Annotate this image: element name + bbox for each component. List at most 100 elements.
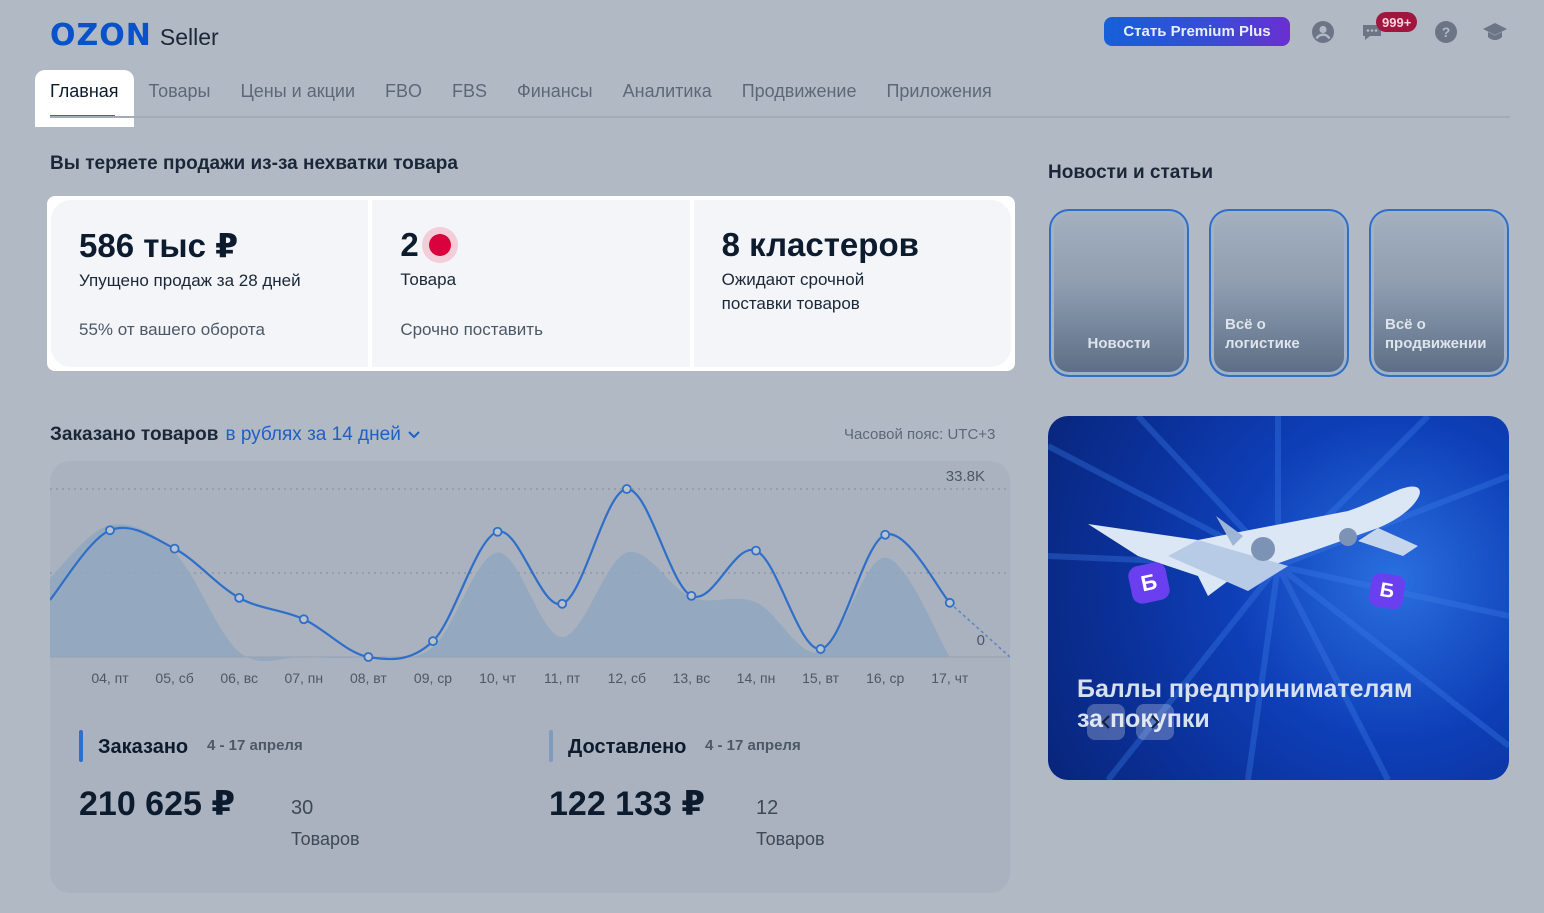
- x-tick-label: 17, чт: [931, 670, 969, 686]
- premium-plus-button[interactable]: Стать Premium Plus: [1104, 17, 1290, 46]
- tab-main[interactable]: Главная: [35, 70, 134, 127]
- data-point: [428, 636, 438, 646]
- delivered-amount: 122 133 ₽: [549, 785, 706, 823]
- tab-apps[interactable]: Приложения: [871, 70, 1006, 127]
- orders-title: Заказано товаров: [50, 424, 219, 445]
- data-point: [105, 525, 115, 536]
- stock-title: Вы теряете продажи из-за нехватки товара: [50, 153, 458, 174]
- promo-text: Баллы предпринимателям за покупки: [1077, 674, 1412, 734]
- data-point: [363, 652, 374, 662]
- logo-seller: Seller: [159, 24, 219, 50]
- news-tile-label: Всё о логистике: [1225, 316, 1300, 352]
- help-icon[interactable]: ?: [1434, 20, 1458, 44]
- ordered-period: 4 - 17 апреля: [207, 737, 303, 754]
- x-tick-label: 08, вт: [350, 670, 387, 686]
- x-tick-label: 10, чт: [479, 670, 517, 686]
- news-tile-news[interactable]: Новости: [1049, 209, 1189, 377]
- data-point: [880, 529, 891, 540]
- tab-products[interactable]: Товары: [134, 70, 226, 127]
- promo-next-button[interactable]: [1136, 704, 1174, 740]
- tab-analytics[interactable]: Аналитика: [608, 70, 727, 127]
- x-tick-label: 14, пн: [737, 670, 776, 686]
- ordered-bar: [79, 730, 83, 762]
- clusters-label: Ожидают срочной поставки товаров: [721, 270, 865, 313]
- tab-fbo[interactable]: FBO: [370, 70, 437, 127]
- logo-ozon: OZON: [50, 18, 152, 53]
- y-tick-label: 33.8K: [946, 468, 985, 485]
- delivered-bar: [549, 730, 553, 762]
- profile-icon[interactable]: [1311, 20, 1335, 44]
- delivered-count-label: Товаров: [756, 829, 825, 849]
- news-tile-label: Всё о продвижении: [1385, 316, 1487, 352]
- bonus-badge-icon: Б: [1367, 571, 1407, 611]
- promo-text-line1: Баллы предпринимателям: [1077, 675, 1413, 703]
- logo[interactable]: OZON Seller: [50, 18, 219, 53]
- news-tile-label: Новости: [1087, 335, 1151, 352]
- data-point: [557, 598, 568, 609]
- data-point: [169, 543, 180, 554]
- tab-prices[interactable]: Цены и акции: [225, 70, 370, 127]
- promo-prev-button[interactable]: [1087, 704, 1125, 740]
- urgent-products-cell[interactable]: 2 Товара Срочно поставить: [372, 200, 690, 367]
- x-tick-label: 06, вс: [220, 670, 258, 686]
- news-title: Новости и статьи: [1048, 162, 1214, 183]
- lost-sales-cell[interactable]: 586 тыс ₽ Упущено продаж за 28 дней 55% …: [51, 200, 369, 367]
- delivered-label: Доставлено: [568, 736, 687, 758]
- promo-text-line2: за покупки: [1077, 705, 1210, 733]
- chevron-right-icon: [1151, 715, 1160, 729]
- data-point: [234, 592, 245, 603]
- education-icon[interactable]: [1482, 20, 1508, 44]
- chevron-left-icon: [1101, 715, 1110, 729]
- promo-banner[interactable]: Б Б Баллы предпринимателям за покупки: [1048, 416, 1509, 780]
- lost-sales-label: Упущено продаж за 28 дней: [79, 271, 301, 290]
- ordered-count: 30: [291, 797, 314, 819]
- lost-sales-note: 55% от вашего оборота: [79, 320, 265, 339]
- chevron-down-icon[interactable]: [407, 430, 421, 440]
- stock-card: 586 тыс ₽ Упущено продаж за 28 дней 55% …: [47, 196, 1015, 371]
- ordered-count-label: Товаров: [291, 829, 360, 849]
- y-tick-label: 0: [977, 632, 985, 649]
- alert-dot-icon: [428, 234, 451, 256]
- orders-chart: 33.8K 0 04, пт 05, сб 06, вс 07, пн 08, вт 09, …: [50, 468, 1010, 686]
- x-tick-label: 16, ср: [866, 670, 904, 686]
- delivered-count: 12: [756, 797, 779, 819]
- x-tick-label: 07, пн: [284, 670, 323, 686]
- x-tick-label: 12, сб: [608, 670, 646, 686]
- tab-fbs[interactable]: FBS: [437, 70, 502, 127]
- delivered-area: [50, 524, 950, 662]
- data-point: [944, 597, 955, 608]
- urgent-products-value: 2: [400, 226, 419, 263]
- data-point: [751, 545, 761, 556]
- ordered-amount: 210 625 ₽: [79, 785, 236, 823]
- data-point: [686, 590, 697, 601]
- tab-finance[interactable]: Финансы: [502, 70, 608, 127]
- tab-promotion[interactable]: Продвижение: [727, 70, 872, 127]
- urgent-products-label: Товара: [400, 270, 457, 289]
- x-tick-label: 11, пт: [544, 670, 581, 686]
- news-tile-promotion[interactable]: Всё о продвижении: [1369, 209, 1509, 377]
- main-nav: Главная Товары Цены и акции FBO FBS Фина…: [35, 70, 1007, 127]
- clusters-cell[interactable]: 8 кластеров Ожидают срочной поставки тов…: [693, 200, 1011, 367]
- delivered-period: 4 - 17 апреля: [705, 737, 801, 754]
- timezone-label: Часовой пояс: UTC+3: [844, 426, 996, 443]
- data-point: [492, 526, 503, 537]
- x-tick-label: 13, вс: [673, 670, 711, 686]
- data-point: [621, 484, 632, 494]
- orders-period-dropdown[interactable]: в рублях за 14 дней: [225, 424, 400, 446]
- notifications-badge: 999+: [1376, 12, 1418, 32]
- x-tick-label: 04, пт: [91, 670, 129, 686]
- news-tile-logistics[interactable]: Всё о логистике: [1209, 209, 1349, 377]
- clusters-value: 8 кластеров: [721, 226, 919, 263]
- nav-divider: [50, 116, 1510, 118]
- ordered-label: Заказано: [98, 736, 189, 758]
- svg-text:?: ?: [1442, 24, 1451, 40]
- x-tick-label: 15, вт: [802, 670, 839, 686]
- urgent-products-note: Срочно поставить: [400, 320, 543, 339]
- data-point: [815, 644, 826, 654]
- orders-title-row: Заказано товаров в рублях за 14 дней: [50, 424, 421, 446]
- orders-chart-panel: 33.8K 0 04, пт 05, сб 06, вс 07, пн 08, вт 09, …: [50, 461, 1010, 893]
- x-tick-label: 05, сб: [155, 670, 193, 686]
- data-point: [298, 614, 309, 625]
- lost-sales-value: 586 тыс ₽: [79, 227, 239, 264]
- x-tick-label: 09, ср: [414, 670, 452, 686]
